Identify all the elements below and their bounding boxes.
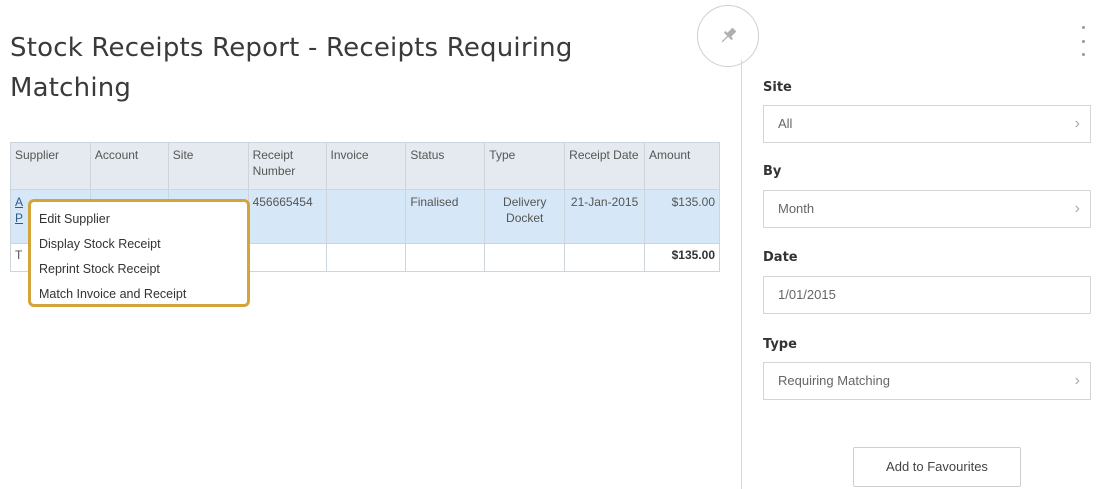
invoice-cell — [325, 189, 407, 244]
type-value: Requiring Matching — [778, 373, 891, 388]
site-value: All — [778, 116, 793, 131]
column-header-status[interactable]: Status — [405, 142, 486, 190]
column-header-receipt-number[interactable]: Receipt Number — [247, 142, 327, 190]
column-header-receipt-date[interactable]: Receipt Date — [564, 142, 646, 190]
chevron-right-icon: › — [1074, 200, 1080, 217]
context-menu: Edit Supplier Display Stock Receipt Repr… — [28, 199, 250, 307]
date-field[interactable]: 1/01/2015 — [763, 276, 1091, 314]
menu-item-display-stock-receipt[interactable]: Display Stock Receipt — [39, 232, 239, 257]
menu-item-reprint-stock-receipt[interactable]: Reprint Stock Receipt — [39, 257, 239, 282]
total-amount-cell: $135.00 — [644, 243, 720, 272]
receipt-number-cell: 456665454 — [247, 189, 327, 244]
chevron-right-icon: › — [1074, 115, 1080, 132]
table-header-row: Supplier Account Site Receipt Number Inv… — [10, 142, 720, 190]
date-label: Date — [763, 250, 798, 265]
status-cell: Finalised — [405, 189, 486, 244]
add-to-favourites-button[interactable]: Add to Favourites — [853, 447, 1021, 487]
chevron-right-icon: › — [1074, 372, 1080, 389]
column-header-supplier[interactable]: Supplier — [10, 142, 91, 190]
by-selector[interactable]: Month › — [763, 190, 1091, 228]
pin-button[interactable] — [697, 5, 759, 67]
menu-item-match-invoice-and-receipt[interactable]: Match Invoice and Receipt — [39, 282, 239, 307]
receipt-date-cell: 21-Jan-2015 — [564, 189, 646, 244]
amount-cell: $135.00 — [644, 189, 720, 244]
type-selector[interactable]: Requiring Matching › — [763, 362, 1091, 400]
panel-divider — [741, 60, 742, 489]
site-selector[interactable]: All › — [763, 105, 1091, 143]
column-header-site[interactable]: Site — [167, 142, 249, 190]
site-label: Site — [763, 80, 792, 95]
menu-item-edit-supplier[interactable]: Edit Supplier — [39, 207, 239, 232]
column-header-invoice[interactable]: Invoice — [325, 142, 407, 190]
type-label: Type — [763, 337, 797, 352]
column-header-account[interactable]: Account — [89, 142, 169, 190]
pin-icon — [721, 27, 737, 43]
column-header-amount[interactable]: Amount — [644, 142, 720, 190]
column-header-type[interactable]: Type — [484, 142, 566, 190]
date-value: 1/01/2015 — [778, 287, 836, 302]
by-label: By — [763, 164, 782, 179]
kebab-menu-icon[interactable] — [1078, 26, 1088, 56]
type-cell: Delivery Docket — [484, 189, 566, 244]
page-title: Stock Receipts Report - Receipts Requiri… — [10, 33, 573, 103]
by-value: Month — [778, 201, 815, 216]
